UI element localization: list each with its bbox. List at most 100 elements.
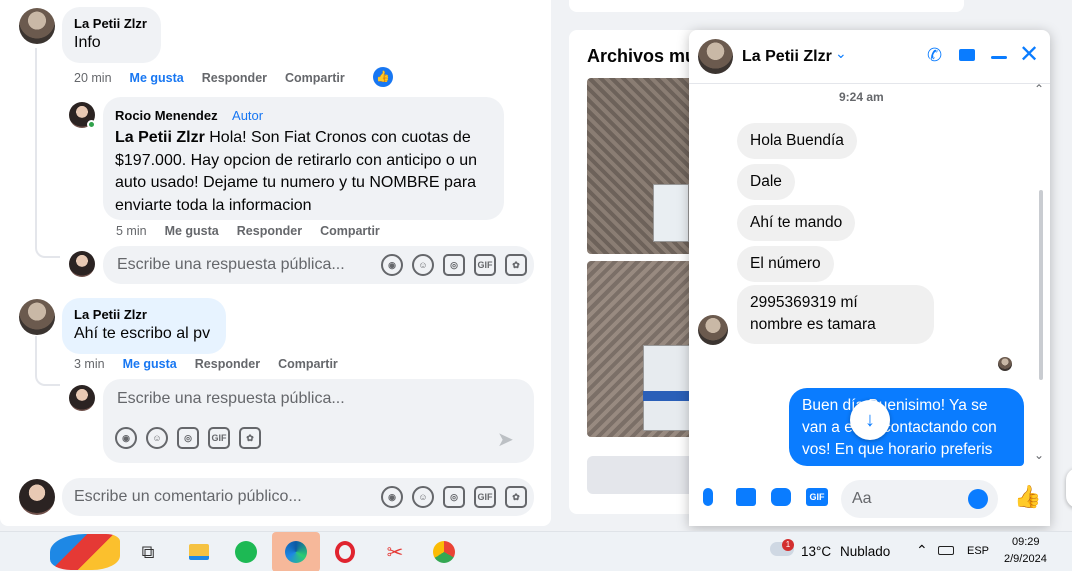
comment-actions: 20 min Me gusta Responder Compartir — [74, 71, 345, 85]
media-thumbnail[interactable] — [587, 261, 697, 437]
weather-temp[interactable]: 13°C — [801, 544, 831, 559]
send-icon[interactable]: ➤ — [497, 427, 514, 452]
widgets-bird-icon[interactable] — [50, 534, 120, 570]
avatar-sticker-icon[interactable]: ◉ — [381, 486, 403, 508]
gif-icon[interactable]: GIF — [474, 254, 496, 276]
emoji-icon[interactable] — [968, 489, 988, 509]
weather-condition[interactable]: Nublado — [840, 544, 890, 559]
sticker-icon[interactable]: ✿ — [505, 486, 527, 508]
thread-line — [35, 336, 60, 386]
media-title: Archivos mu — [587, 46, 697, 66]
spotify-icon[interactable] — [230, 538, 262, 566]
camera-icon[interactable]: ◎ — [443, 486, 465, 508]
avatar[interactable] — [698, 39, 733, 74]
comment-time[interactable]: 3 min — [74, 357, 105, 371]
comment-author[interactable]: Rocio Menendez — [115, 108, 218, 123]
messenger-chat-window: La Petii Zlzr ⌄ ✆ ✕ 9:24 am ⌃ Hola Buend… — [689, 30, 1050, 526]
avatar-sticker-icon[interactable]: ◉ — [115, 427, 137, 449]
chrome-icon[interactable] — [428, 538, 460, 566]
comment-bubble: La Petii Zlzr Info — [62, 7, 161, 63]
sticker-icon[interactable] — [771, 488, 791, 506]
comment-author[interactable]: La Petii Zlzr — [74, 306, 214, 323]
task-view-icon[interactable]: ⧉ — [132, 538, 164, 566]
camera-icon[interactable]: ◎ — [177, 427, 199, 449]
comment-actions: 3 min Me gusta Responder Compartir — [74, 357, 338, 371]
reply-button[interactable]: Responder — [195, 357, 260, 371]
camera-icon[interactable]: ◎ — [443, 254, 465, 276]
emoji-icon[interactable]: ☺ — [146, 427, 168, 449]
opera-icon[interactable] — [329, 538, 361, 566]
scroll-to-bottom-button[interactable]: ↓ — [850, 400, 890, 440]
scroll-down-arrow[interactable]: ⌄ — [1034, 448, 1044, 462]
like-button[interactable]: Me gusta — [165, 224, 219, 238]
sticker-icon[interactable]: ✿ — [505, 254, 527, 276]
like-button[interactable]: Me gusta — [130, 71, 184, 85]
sticker-icon[interactable]: ✿ — [239, 427, 261, 449]
mention-link[interactable]: La Petii Zlzr — [115, 129, 205, 146]
reply-button[interactable]: Responder — [237, 224, 302, 238]
media-thumbnail[interactable] — [587, 78, 697, 254]
like-button[interactable]: Me gusta — [123, 357, 177, 371]
media-button[interactable] — [587, 456, 697, 494]
reply-placeholder: Escribe una respuesta pública... — [117, 256, 345, 273]
comment-time[interactable]: 5 min — [116, 224, 147, 238]
comment-text: Ahí te escribo al pv — [74, 325, 211, 342]
emoji-icon[interactable]: ☺ — [412, 254, 434, 276]
comment-author[interactable]: La Petii Zlzr — [74, 15, 149, 32]
reply-input[interactable]: Escribe una respuesta pública... ◉ ☺ ◎ G… — [103, 246, 534, 284]
chevron-down-icon[interactable]: ⌄ — [835, 45, 847, 62]
share-button[interactable]: Compartir — [278, 357, 338, 371]
share-button[interactable]: Compartir — [320, 224, 380, 238]
microphone-icon[interactable] — [703, 488, 713, 506]
emoji-icon[interactable]: ☺ — [412, 486, 434, 508]
minimize-icon[interactable] — [991, 56, 1007, 59]
gif-icon[interactable]: GIF — [208, 427, 230, 449]
comment-bubble: Rocio Menendez Autor La Petii Zlzr Hola!… — [103, 97, 504, 220]
avatar — [69, 251, 95, 277]
outgoing-message: Buen día Buenisimo! Ya se van a estar co… — [789, 388, 1024, 466]
reply-placeholder: Escribe una respuesta pública... — [117, 390, 345, 407]
message-line: 2995369319 mí — [750, 294, 858, 311]
phone-icon[interactable]: ✆ — [927, 45, 942, 66]
reply-button[interactable]: Responder — [202, 71, 267, 85]
comments-panel: La Petii Zlzr Info 20 min Me gusta Respo… — [0, 0, 551, 526]
chat-header: La Petii Zlzr ⌄ ✆ ✕ — [689, 30, 1050, 84]
avatar — [19, 479, 55, 515]
comment-time[interactable]: 20 min — [74, 71, 112, 85]
gif-icon[interactable]: GIF — [806, 488, 828, 506]
language-indicator[interactable]: ESP — [967, 545, 989, 557]
reply-tools: ◉ ☺ ◎ GIF ✿ — [381, 254, 527, 276]
clock-date[interactable]: 2/9/2024 — [1004, 553, 1047, 565]
floating-action-button[interactable] — [1066, 468, 1072, 508]
edge-icon[interactable] — [272, 532, 320, 571]
chat-contact-name[interactable]: La Petii Zlzr — [742, 48, 832, 66]
reply-input[interactable]: Escribe una respuesta pública... ◉ ☺ ◎ G… — [103, 379, 534, 463]
snipping-tool-icon[interactable]: ✂ — [379, 538, 411, 566]
avatar-sticker-icon[interactable]: ◉ — [381, 254, 403, 276]
like-reaction-icon[interactable]: 👍 — [373, 67, 393, 87]
windows-taskbar: ⧉ ✂ 1 13°C Nublado ⌃ ESP 09:29 2/9/2024 — [0, 531, 1072, 571]
comment-input[interactable]: Escribe un comentario público... ◉ ☺ ◎ G… — [62, 478, 534, 516]
avatar[interactable] — [19, 299, 55, 335]
scroll-up-arrow[interactable]: ⌃ — [1034, 82, 1044, 96]
scrollbar[interactable] — [1039, 190, 1043, 380]
battery-icon[interactable] — [938, 546, 954, 555]
video-icon[interactable] — [959, 49, 975, 61]
share-button[interactable]: Compartir — [285, 71, 345, 85]
file-explorer-icon[interactable] — [183, 538, 215, 566]
clock-time[interactable]: 09:29 — [1012, 536, 1040, 548]
top-card — [569, 0, 964, 12]
like-thumb-icon[interactable]: 👍 — [1014, 484, 1041, 510]
avatar — [698, 315, 728, 345]
incoming-message: Ahí te mando — [737, 205, 856, 241]
message-input[interactable]: Aa — [841, 480, 998, 518]
gif-icon[interactable]: GIF — [474, 486, 496, 508]
image-icon[interactable] — [736, 488, 756, 506]
avatar[interactable] — [19, 8, 55, 44]
chevron-up-icon[interactable]: ⌃ — [916, 542, 928, 559]
close-icon[interactable]: ✕ — [1019, 43, 1039, 67]
reply-tools: ◉ ☺ ◎ GIF ✿ — [115, 427, 261, 449]
chat-timestamp: 9:24 am — [839, 90, 884, 104]
incoming-message: Hola Buendía — [737, 123, 857, 159]
incoming-message: 2995369319 mí nombre es tamara — [737, 285, 934, 344]
